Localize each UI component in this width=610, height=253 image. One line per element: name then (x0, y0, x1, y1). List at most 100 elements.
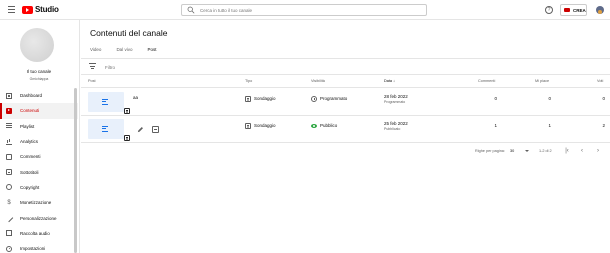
create-button[interactable]: CREA (560, 4, 587, 16)
monetization-icon: $ (7, 199, 11, 206)
create-label: CREA (573, 7, 586, 13)
post-thumbnail[interactable] (88, 92, 130, 114)
sidebar-item-label: Contenuti (20, 108, 40, 114)
post-comments-count: 1 (494, 122, 497, 128)
settings-icon (6, 245, 12, 252)
sidebar-nav: Dashboard Contenuti Playlist Analytics C… (0, 88, 78, 253)
sidebar-item-dashboard[interactable]: Dashboard (0, 88, 78, 103)
page-title: Contenuti del canale (90, 28, 168, 38)
column-date[interactable]: Data ↓ (384, 79, 395, 83)
post-votes-count: 2 (602, 122, 605, 128)
sidebar: Il tuo canale Gmichiappa Dashboard Conte… (0, 20, 80, 253)
analytics-icon (6, 139, 12, 145)
post-text-icon (102, 99, 109, 105)
search-input[interactable] (200, 6, 420, 15)
sidebar-item-audio-library[interactable]: Raccolta audio (0, 226, 78, 241)
search-box[interactable] (181, 4, 427, 16)
edit-icon[interactable] (137, 126, 144, 133)
eye-icon (311, 123, 317, 128)
logo-text: Studio (35, 5, 59, 14)
sidebar-item-settings[interactable]: Impostazioni (0, 241, 78, 253)
comments-icon (6, 153, 12, 160)
post-likes-count: 1 (548, 122, 551, 128)
sidebar-item-label: Monetizzazione (20, 200, 52, 206)
column-date-label: Data (384, 79, 393, 83)
column-votes: Voti (597, 79, 604, 83)
post-thumbnail[interactable] (88, 119, 130, 141)
poll-icon (124, 135, 130, 141)
sidebar-item-label: Dashboard (20, 93, 43, 99)
post-type: Sondaggio (254, 122, 276, 128)
sidebar-item-copyright[interactable]: Copyright (0, 180, 78, 195)
top-bar: Studio ? CREA (0, 0, 610, 20)
sidebar-item-label: Raccolta audio (20, 230, 50, 236)
dashboard-icon (6, 92, 12, 99)
rows-per-page-label: Righe per pagina: (475, 149, 505, 153)
first-page-icon[interactable]: |‹ (563, 147, 571, 155)
next-page-icon[interactable]: › (594, 147, 602, 155)
channel-avatar[interactable] (20, 28, 54, 62)
dropdown-arrow-icon[interactable] (525, 150, 529, 152)
subtitles-icon (6, 169, 12, 176)
sidebar-item-comments[interactable]: Commenti (0, 149, 78, 164)
poll-type-icon (245, 123, 251, 129)
clock-icon (311, 96, 317, 102)
sidebar-item-label: Personalizzazione (20, 215, 57, 221)
main-content: Contenuti del canale Video Dal vivo Post… (81, 20, 610, 253)
poll-type-icon (245, 96, 251, 102)
video-camera-icon (564, 8, 570, 12)
rows-per-page-select[interactable]: 30 (510, 149, 514, 153)
post-date: 28 feb 2022 (384, 94, 408, 99)
audio-library-icon (6, 230, 12, 237)
post-date-status: Pubblicato (384, 127, 401, 131)
account-avatar[interactable] (596, 6, 604, 14)
post-text: aa (133, 95, 139, 100)
pagination: Righe per pagina: 30 1-2 di 2 |‹ ‹ › (81, 144, 610, 158)
post-date: 25 feb 2022 (384, 121, 408, 126)
post-text-icon (102, 126, 109, 132)
column-likes: Mi piace (535, 79, 550, 83)
sidebar-item-content[interactable]: Contenuti (0, 103, 78, 119)
post-date-status: Programmato (384, 100, 406, 104)
sidebar-item-label: Sottotitoli (20, 169, 39, 175)
pagination-range: 1-2 di 2 (539, 149, 552, 153)
sort-arrow-icon: ↓ (393, 79, 395, 83)
poll-icon (124, 108, 130, 114)
content-icon (6, 107, 12, 114)
sidebar-item-analytics[interactable]: Analytics (0, 134, 78, 149)
copyright-icon (6, 184, 12, 191)
post-type: Sondaggio (254, 95, 276, 101)
previous-page-icon[interactable]: ‹ (578, 147, 586, 155)
channel-title: Il tuo canale (26, 69, 52, 74)
menu-icon[interactable] (8, 6, 15, 13)
column-comments: Commenti (478, 79, 496, 83)
sidebar-scrollbar[interactable] (74, 88, 77, 253)
sidebar-item-label: Analytics (20, 139, 39, 145)
playlist-icon (6, 123, 12, 129)
sidebar-item-label: Commenti (20, 154, 41, 160)
studio-logo[interactable]: Studio (22, 5, 59, 14)
sidebar-item-playlist[interactable]: Playlist (0, 119, 78, 134)
sidebar-item-monetization[interactable]: $ Monetizzazione (0, 195, 78, 210)
post-comments-count: 0 (494, 95, 497, 101)
youtube-logo-icon (22, 5, 33, 14)
help-icon[interactable]: ? (545, 6, 553, 14)
sidebar-item-customization[interactable]: Personalizzazione (0, 210, 78, 225)
sidebar-item-label: Impostazioni (20, 246, 46, 252)
table-row[interactable]: aa Sondaggio Programmato 28 feb 2022 Pro… (81, 89, 610, 116)
column-type: Tipo (245, 79, 253, 83)
customization-icon (4, 213, 14, 223)
filter-icon[interactable] (89, 63, 96, 70)
filter-bar (81, 59, 610, 75)
table-row[interactable]: Sondaggio Pubblico 25 feb 2022 Pubblicat… (81, 116, 610, 143)
post-visibility: Pubblico (320, 122, 338, 128)
filter-input[interactable] (105, 63, 225, 71)
post-votes-count: 0 (602, 95, 605, 101)
search-icon[interactable] (187, 6, 195, 14)
column-post: Post (88, 79, 96, 83)
table-header: Post Tipo Visibilità Data ↓ Commenti Mi … (81, 75, 610, 88)
comments-icon[interactable] (152, 126, 159, 133)
post-likes-count: 0 (548, 95, 551, 101)
sidebar-item-label: Playlist (20, 123, 35, 129)
sidebar-item-subtitles[interactable]: Sottotitoli (0, 164, 78, 179)
